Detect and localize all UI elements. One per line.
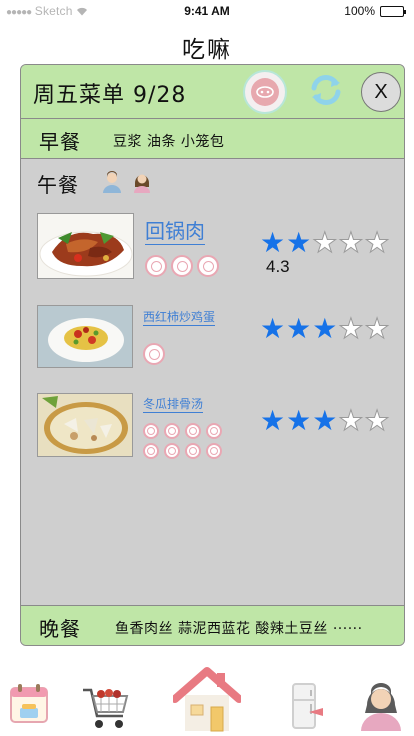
tab-bar: [0, 660, 414, 736]
dish-photo: [37, 393, 133, 457]
rating-stars[interactable]: ★★★★★: [260, 312, 391, 345]
home-icon[interactable]: [172, 666, 242, 734]
star-filled-icon[interactable]: ★: [312, 404, 338, 437]
dinner-label: 晚餐: [39, 617, 81, 641]
pork-badge-icon[interactable]: [243, 70, 287, 114]
tag-icon: [206, 423, 222, 439]
breakfast-row[interactable]: 早餐 豆浆 油条 小笼包: [21, 119, 404, 159]
dish-photo: [37, 213, 134, 279]
star-filled-icon[interactable]: ★: [286, 226, 312, 259]
star-empty-icon[interactable]: ★: [338, 226, 364, 259]
lunch-label: 午餐: [37, 173, 79, 197]
tag-icon: [164, 443, 180, 459]
tag-icon: [145, 255, 167, 277]
dish-row[interactable]: 回锅肉 ★★★★★ 4.3: [37, 213, 393, 283]
star-empty-icon[interactable]: ★: [364, 226, 390, 259]
male-diner-icon[interactable]: [101, 171, 123, 193]
dish-name[interactable]: 西红柿炒鸡蛋: [143, 308, 216, 326]
fridge-icon[interactable]: [286, 682, 326, 730]
tag-icon: [143, 343, 165, 365]
refresh-icon[interactable]: [308, 72, 344, 108]
dinner-items: 鱼香肉丝 蒜泥西蓝花 酸辣土豆丝 ······: [115, 621, 363, 637]
breakfast-label: 早餐: [39, 130, 81, 154]
dish-photo: [37, 305, 133, 368]
tag-icon: [206, 443, 222, 459]
dinner-row[interactable]: 晚餐 鱼香肉丝 蒜泥西蓝花 酸辣土豆丝 ······: [21, 605, 404, 645]
star-filled-icon[interactable]: ★: [260, 226, 286, 259]
tag-icon: [185, 443, 201, 459]
star-empty-icon[interactable]: ★: [312, 226, 338, 259]
rating-value: 4.3: [266, 257, 290, 276]
star-filled-icon[interactable]: ★: [260, 404, 286, 437]
tag-icon: [164, 423, 180, 439]
battery-icon: [380, 5, 406, 17]
star-filled-icon[interactable]: ★: [260, 312, 286, 345]
star-empty-icon[interactable]: ★: [364, 312, 390, 345]
tag-icon: [143, 423, 159, 439]
star-filled-icon[interactable]: ★: [312, 312, 338, 345]
status-bar: ●●●●● Sketch 9:41 AM 100%: [0, 0, 414, 22]
battery-percent: 100%: [344, 4, 375, 18]
dish-row[interactable]: 冬瓜排骨汤 ★★★★★: [37, 393, 393, 463]
shopping-cart-icon[interactable]: [80, 684, 130, 730]
star-filled-icon[interactable]: ★: [286, 404, 312, 437]
star-filled-icon[interactable]: ★: [286, 312, 312, 345]
dish-row[interactable]: 西红柿炒鸡蛋 ★★★★★: [37, 305, 393, 371]
rating-stars[interactable]: ★★★★★: [260, 226, 391, 259]
female-diner-icon[interactable]: [131, 171, 153, 193]
star-empty-icon[interactable]: ★: [338, 312, 364, 345]
close-button[interactable]: X: [361, 72, 401, 112]
app-title: 吃嘛: [182, 37, 232, 63]
breakfast-items: 豆浆 油条 小笼包: [113, 134, 225, 150]
menu-title: 周五菜单 9/28: [33, 83, 187, 108]
tag-icon: [185, 423, 201, 439]
menu-card: 周五菜单 9/28 X 早餐 豆浆 油条 小笼包 午餐 回锅肉 ★★★★★ 4.…: [20, 64, 405, 646]
profile-icon[interactable]: [358, 678, 404, 732]
dish-name[interactable]: 冬瓜排骨汤: [143, 395, 204, 413]
menu-header: 周五菜单 9/28 X: [21, 65, 404, 119]
star-empty-icon[interactable]: ★: [338, 404, 364, 437]
battery-indicator: 100%: [344, 4, 406, 18]
tag-icon: [197, 255, 219, 277]
calendar-icon[interactable]: [6, 680, 52, 728]
tag-icon: [143, 443, 159, 459]
star-empty-icon[interactable]: ★: [364, 404, 390, 437]
rating-stars[interactable]: ★★★★★: [260, 404, 391, 437]
dish-name[interactable]: 回锅肉: [145, 215, 205, 245]
tag-icon: [171, 255, 193, 277]
